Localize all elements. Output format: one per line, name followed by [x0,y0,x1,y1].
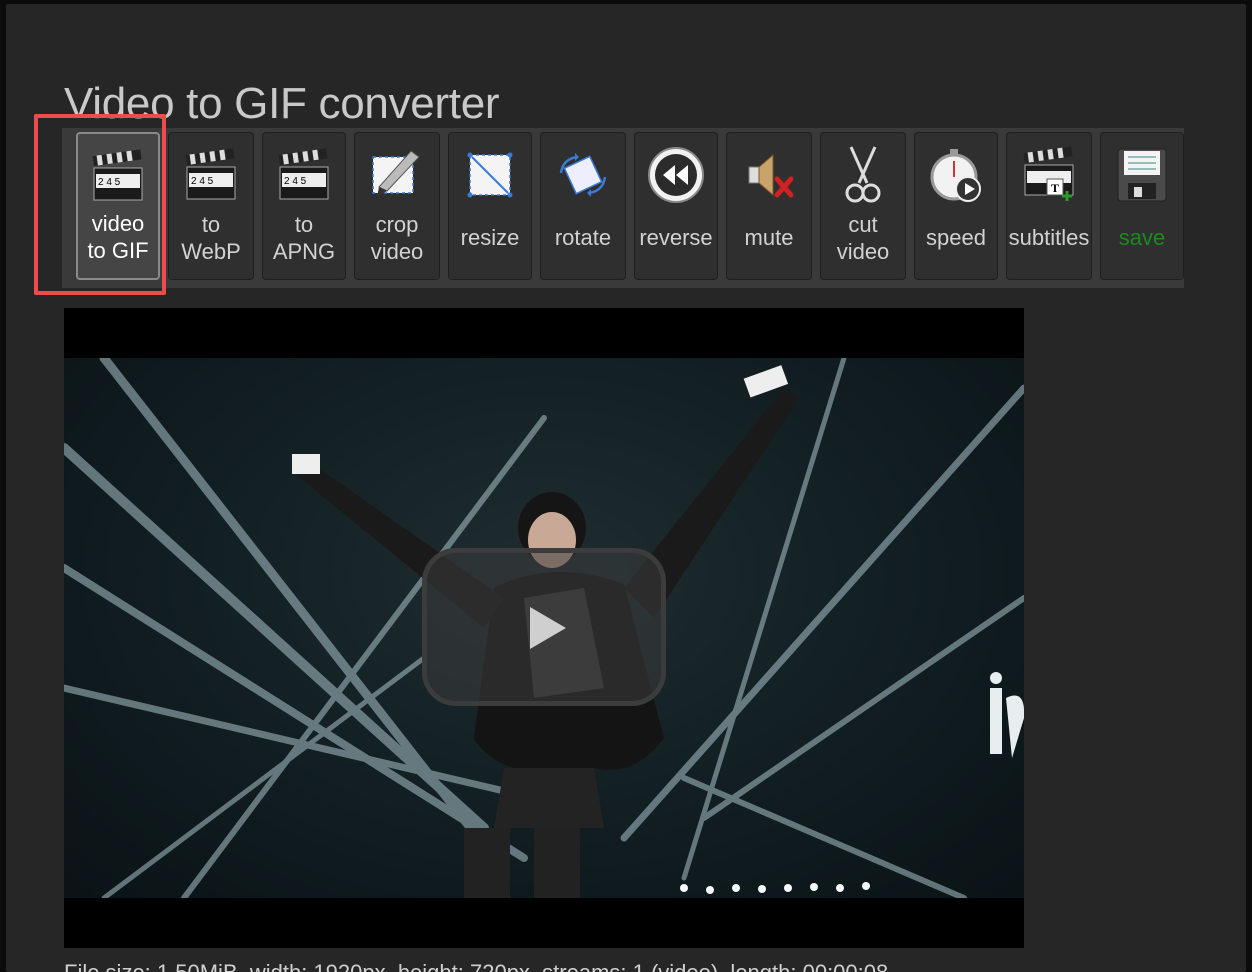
tool-subtitles-button[interactable]: T subtitles [1006,132,1092,280]
rotate-icon [559,153,607,197]
label-line: subtitles [1008,225,1090,250]
tool-label: crop video [355,211,439,265]
svg-text:2 4 5: 2 4 5 [191,176,214,187]
label-line: video [370,239,424,264]
tool-to-apng-button[interactable]: 2 4 5 to APNG [262,132,346,280]
svg-text:T: T [1051,181,1059,195]
tool-label: cut video [821,211,905,265]
tool-label: to WebP [169,211,253,265]
crop-icon [372,150,420,197]
play-button[interactable] [422,548,666,706]
label-line: rotate [554,225,612,250]
label-line: save [1118,225,1166,250]
tool-label: rotate [541,224,625,251]
rewind-icon [648,147,704,203]
tool-cut-video-button[interactable]: cut video [820,132,906,280]
toolbar: 2 4 5 video to GIF 2 4 5 to WebP 2 4 5 t… [62,128,1184,288]
svg-text:2 4 5: 2 4 5 [284,176,307,187]
file-info: File size: 1.50MiB, width: 1920px, heigh… [64,960,888,972]
tool-rotate-button[interactable]: rotate [540,132,626,280]
tool-label: save [1101,224,1183,251]
label-line: cut [848,212,878,237]
resize-icon [467,152,513,198]
tool-mute-button[interactable]: mute [726,132,812,280]
label-line: APNG [272,239,336,264]
mute-speaker-icon [748,153,794,198]
clapperboard-icon: 2 4 5 [278,148,329,200]
scissors-icon [845,146,881,203]
label-line: speed [926,225,986,250]
tool-label: resize [449,224,531,251]
highlight-box [34,114,166,295]
stage-lights [680,882,870,894]
label-line: video [836,239,890,264]
clapperboard-icon: 2 4 5 [185,148,236,200]
label-line: resize [460,225,520,250]
tool-label: speed [915,224,997,251]
floppy-disk-icon [1117,148,1167,202]
label-line: to [201,212,221,237]
tool-label: subtitles [1007,224,1091,251]
page: Video to GIF converter 2 4 5 video to GI… [6,4,1246,972]
tool-crop-video-button[interactable]: crop video [354,132,440,280]
tool-save-button[interactable]: save [1100,132,1184,280]
label-line: WebP [181,239,241,264]
subtitles-icon: T [1023,146,1074,201]
tool-label: to APNG [263,211,345,265]
tool-to-webp-button[interactable]: 2 4 5 to WebP [168,132,254,280]
tool-reverse-button[interactable]: reverse [634,132,718,280]
tool-speed-button[interactable]: speed [914,132,998,280]
label-line: to [294,212,314,237]
label-line: reverse [639,225,713,250]
background-logo [990,672,1024,758]
tool-label: reverse [635,224,717,251]
stopwatch-icon [930,149,981,202]
label-line: crop [375,212,419,237]
label-line: mute [744,225,794,250]
tool-label: mute [727,224,811,251]
tool-resize-button[interactable]: resize [448,132,532,280]
video-player[interactable] [64,308,1024,948]
play-icon [530,607,566,649]
